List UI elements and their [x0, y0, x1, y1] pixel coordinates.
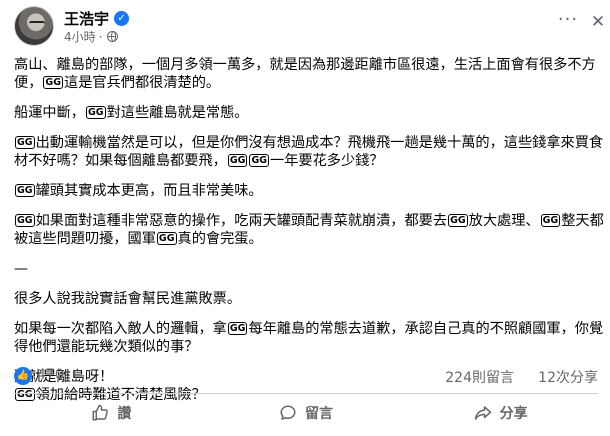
comment-bubble-icon: [279, 404, 297, 422]
paragraph-text: 罐頭其實成本更高，而且非常美味。: [35, 183, 263, 199]
more-options-icon[interactable]: ···: [556, 10, 580, 34]
paragraph-text: 這是官兵們都很清楚的。: [64, 75, 221, 91]
post-time[interactable]: 4小時: [64, 28, 96, 45]
post-body: 高山、離島的部隊，一個月多領一萬多，就是因為那邊距離市區很遠，生活上面會有很多不…: [14, 56, 604, 416]
paragraph-text: 對這些離島就是常態。: [106, 105, 249, 121]
post-paragraph: GG 罐頭其實成本更高，而且非常美味。: [14, 182, 604, 200]
meta-separator: ·: [98, 29, 103, 44]
comment-count[interactable]: 224則留言: [445, 367, 514, 387]
verified-badge-icon: ✓: [114, 11, 130, 26]
paragraph-text: 如果每一次都陷入敵人的邏輯，拿: [14, 321, 227, 337]
comment-label: 留言: [305, 406, 333, 422]
thumbs-up-icon: [91, 404, 109, 422]
paragraph-text: 真的會完蛋。: [177, 231, 263, 247]
gg-tag-icon: GG: [15, 214, 35, 227]
post-header: 王浩宇 ✓ 4小時 · ··· ✕: [0, 0, 610, 52]
like-reaction-icon[interactable]: 👍: [14, 367, 32, 385]
gg-tag-icon: GG: [43, 76, 63, 89]
paragraph-text: 如果面對這種非常惡意的操作，吃兩天罐頭配青菜就崩潰，都要去: [35, 213, 448, 229]
gg-tag-icon: GG: [540, 214, 561, 227]
like-button[interactable]: 讚: [14, 398, 209, 428]
gg-tag-icon: GG: [156, 232, 177, 245]
like-label: 讚: [117, 406, 132, 422]
share-label: 分享: [499, 406, 528, 422]
author-row: 王浩宇 ✓: [64, 8, 130, 29]
share-button[interactable]: 分享: [403, 398, 598, 428]
paragraph-text: 很多人說我說實話會幫民進黨敗票。: [14, 291, 242, 307]
comment-button[interactable]: 留言: [209, 398, 404, 428]
post-meta: 4小時 ·: [64, 28, 119, 45]
post-paragraph: 船運中斷， GG 對這些離島就是常態。: [14, 104, 604, 122]
author-name[interactable]: 王浩宇: [64, 8, 109, 29]
paragraph-text: 一年要花多少錢？: [270, 153, 384, 169]
paragraph-text: 船運中斷，: [14, 105, 85, 121]
close-icon[interactable]: ✕: [588, 10, 608, 34]
post-paragraph: 如果每一次都陷入敵人的邏輯，拿 GG 每年離島的常態去道歉，承認自己真的不照顧國軍，…: [14, 320, 604, 356]
gg-tag-icon: GG: [15, 184, 35, 197]
separator-line: —: [14, 261, 28, 277]
post-stats: 👍 470 224則留言 12次分享: [14, 366, 598, 386]
post-paragraph: GG 如果面對這種非常惡意的操作，吃兩天罐頭配青菜就崩潰，都要去 GG 放大處理、 GG…: [14, 212, 604, 248]
post-paragraph: GG 出動運輸機當然是可以，但是你們沒有想過成本？飛機飛一趟是幾十萬的，這些錢拿來…: [14, 134, 604, 170]
globe-icon[interactable]: [107, 31, 119, 42]
avatar[interactable]: [14, 6, 54, 46]
gg-tag-icon: GG: [15, 136, 35, 149]
share-arrow-icon: [474, 404, 492, 422]
paragraph-text: 放大處理、: [468, 213, 540, 229]
post-paragraph: 很多人說我說實話會幫民進黨敗票。: [14, 290, 604, 308]
gg-tag-icon: GG: [227, 154, 248, 167]
post-paragraphs-2: 很多人說我說實話會幫民進黨敗票。如果每一次都陷入敵人的邏輯，拿 GG 每年離島的常態…: [14, 290, 604, 404]
divider: [14, 393, 598, 394]
post-paragraph: 高山、離島的部隊，一個月多領一萬多，就是因為那邊距離市區很遠，生活上面會有很多不…: [14, 56, 604, 92]
share-count[interactable]: 12次分享: [538, 367, 598, 387]
gg-tag-icon: GG: [227, 322, 248, 335]
gg-tag-icon: GG: [85, 106, 106, 119]
gg-tag-icon: GG: [448, 214, 468, 227]
post-paragraphs: 高山、離島的部隊，一個月多領一萬多，就是因為那邊距離市區很遠，生活上面會有很多不…: [14, 56, 604, 248]
action-bar: 讚 留言 分享: [14, 398, 598, 428]
gg-tag-icon: GG: [249, 154, 270, 167]
reaction-count[interactable]: 470: [37, 367, 64, 383]
